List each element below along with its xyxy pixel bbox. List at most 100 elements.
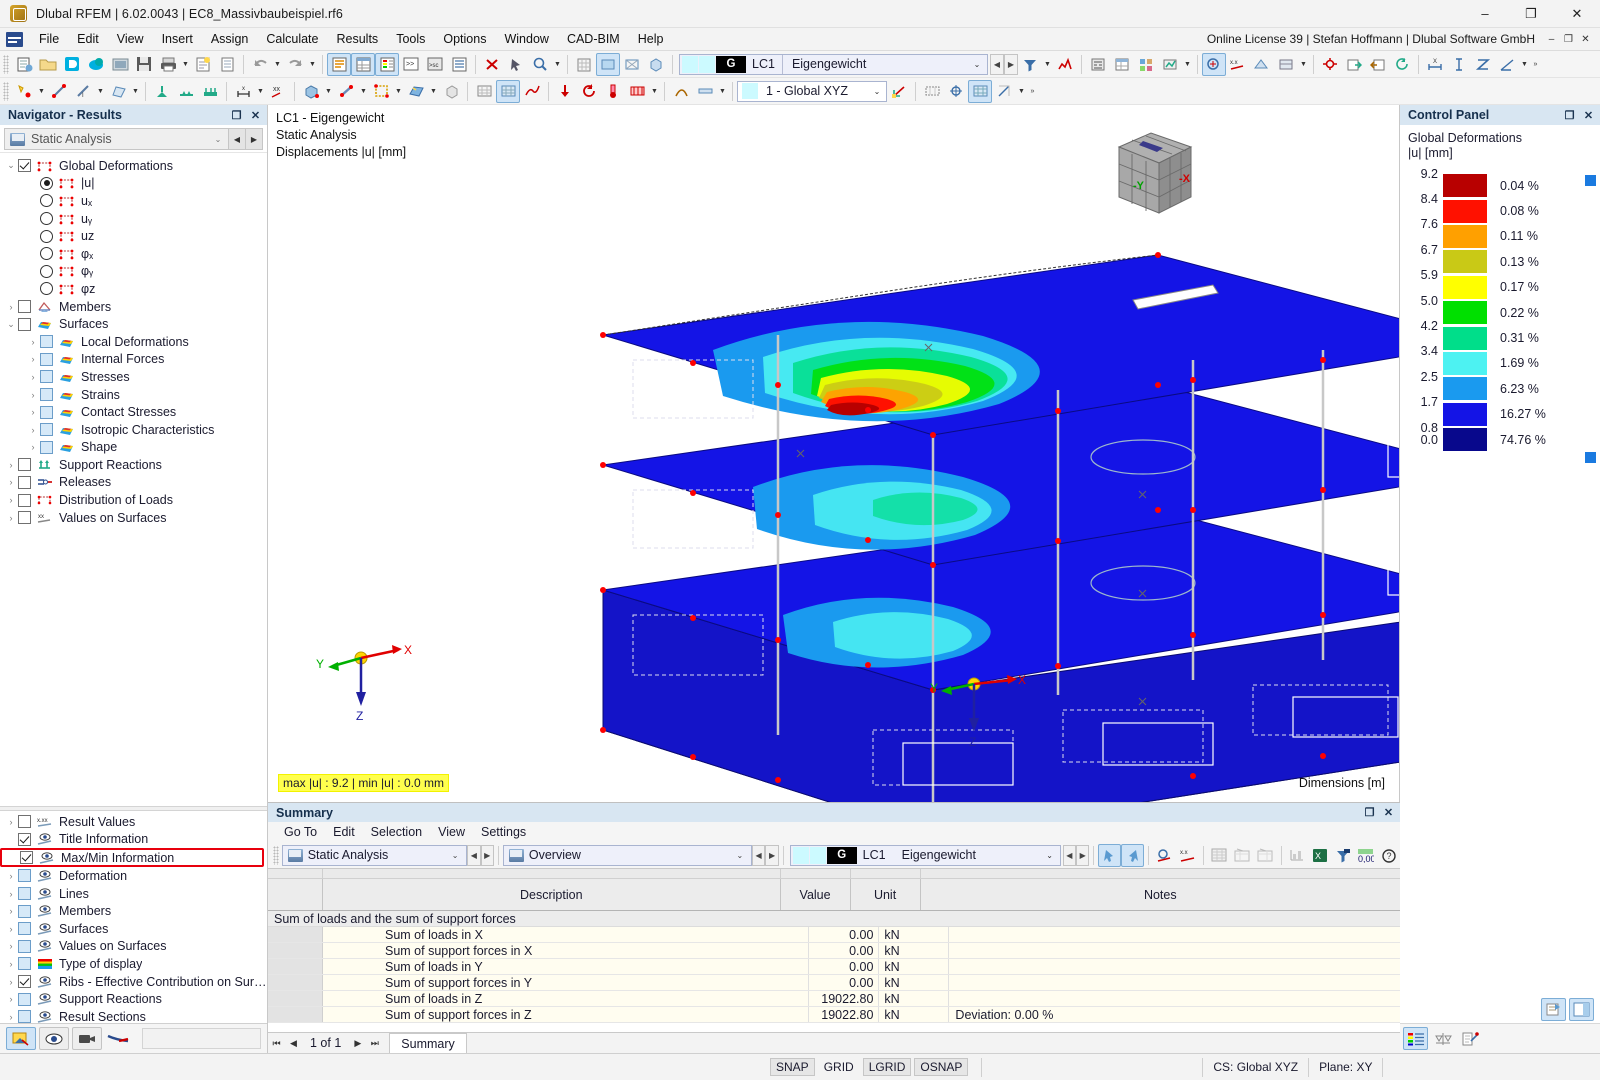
page-last-button[interactable]: ⏭ [366,1034,383,1052]
display-tree-item-surfaces[interactable]: › Surfaces [0,920,267,938]
menu-item-results[interactable]: Results [328,30,388,48]
toolbar-overflow-icon[interactable]: » [1530,53,1541,76]
display-tree-item-values-on-surfaces[interactable]: › Values on Surfaces [0,938,267,956]
tab-summary[interactable]: Summary [389,1032,467,1054]
tree-expander-icon[interactable]: › [26,337,40,347]
coordinate-system-selector[interactable]: 1 - Global XYZ ⌄ [737,80,887,102]
navigator-analysis-prev-button[interactable]: ◀ [228,129,245,149]
scale-icon[interactable] [1430,1027,1455,1050]
tree-checkbox[interactable] [18,975,31,989]
toolbar2-overflow-icon[interactable]: » [1027,80,1038,103]
display-results-icon[interactable] [1201,52,1226,76]
legend-color-swatch[interactable] [1442,325,1488,351]
table-row[interactable]: Sum of loads in Y 0.00 kN [268,959,1400,975]
legend-color-swatch[interactable] [1442,427,1488,453]
tree-item-[interactable]: φᴢ [0,280,267,298]
table-remove-row-icon[interactable] [1254,844,1277,867]
list-panel-icon[interactable] [447,53,471,76]
tree-checkbox[interactable] [18,300,31,314]
table-row[interactable]: Sum of support forces in X 0.00 kN [268,943,1400,959]
menu-item-view[interactable]: View [108,30,153,48]
snap-toggle[interactable]: SNAP [770,1058,815,1076]
line-dropdown-caret-icon[interactable]: ▼ [95,80,106,103]
chart-icon[interactable] [1286,844,1309,867]
print-icon[interactable] [1541,997,1566,1021]
summary-analysis-chevron-down-icon[interactable]: ⌄ [444,851,466,860]
tree-checkbox[interactable] [18,493,31,507]
render-mode-icon[interactable] [6,1027,36,1050]
cloud-icon[interactable] [84,53,108,76]
select-in-graphic-icon[interactable] [1098,843,1122,867]
display-tree-item-result-values[interactable]: › x.xx Result Values [0,813,267,831]
navigator-analysis-next-button[interactable]: ▶ [245,129,262,149]
tree-checkbox[interactable] [18,957,31,971]
legend-color-swatch[interactable] [1442,401,1488,427]
page-prev-button[interactable]: ◀ [285,1034,302,1052]
menu-item-calculate[interactable]: Calculate [257,30,327,48]
table-row[interactable]: Sum of loads in Z 19022.80 kN [268,991,1400,1007]
grid-toggle[interactable]: GRID [818,1058,860,1076]
tree-checkbox[interactable] [18,887,31,901]
tree-radio[interactable] [40,282,53,296]
tree-item-values-on-surfaces[interactable]: › xx Values on Surfaces [0,509,267,527]
result-values-icon[interactable]: x.x [1226,53,1250,76]
plate-dropdown-caret-icon[interactable]: ▼ [428,80,439,103]
table-column-resize-bar[interactable] [268,869,1400,879]
legend-color-swatch[interactable] [1442,173,1488,199]
grid-dropdown-caret-icon[interactable]: ▼ [1016,80,1027,103]
legend-color-swatch[interactable] [1442,223,1488,249]
model-viewport[interactable]: LC1 - Eigengewicht Static Analysis Displ… [268,105,1400,802]
load-case-prev-button[interactable]: ◀ [989,53,1004,75]
navigator-close-button[interactable]: ✕ [248,108,263,123]
summary-menu-selection[interactable]: Selection [363,824,430,840]
panel-icon[interactable] [1569,997,1594,1021]
menu-item-file[interactable]: File [30,30,68,48]
menu-item-edit[interactable]: Edit [68,30,108,48]
visibility-icon[interactable] [39,1027,69,1050]
load-area-icon[interactable] [625,80,649,103]
display-tree-item-support-reactions[interactable]: › Support Reactions [0,990,267,1008]
tree-expander-icon[interactable]: › [4,495,18,505]
menu-item-insert[interactable]: Insert [153,30,202,48]
tree-item-[interactable]: φₓ [0,245,267,263]
display-tree-item-deformation[interactable]: › Deformation [0,867,267,885]
tree-checkbox[interactable] [18,832,31,846]
printout-report-icon[interactable] [191,53,215,76]
view-options-icon[interactable] [1274,53,1298,76]
tree-expander-icon[interactable]: › [4,906,18,916]
design-icon[interactable] [1158,53,1182,76]
new-surface-support-icon[interactable] [198,80,222,103]
grid-snap-icon[interactable] [572,53,596,76]
tree-expander-icon[interactable]: › [26,407,40,417]
tree-radio[interactable] [40,212,53,226]
new-member-icon[interactable] [334,80,358,103]
tree-item-releases[interactable]: › Releases [0,474,267,492]
legend-icon[interactable] [1403,1027,1428,1050]
sections-icon[interactable] [1250,53,1274,76]
lgrid-icon[interactable] [992,80,1016,103]
color-legend[interactable]: 9.2 0.04 % 8.4 0.08 % 7.6 0.11 % 6.7 0.13 % 5.9 0… [1400,165,1600,995]
tree-checkbox[interactable] [40,388,53,402]
summary-view-chevron-down-icon[interactable]: ⌄ [729,851,751,860]
new-line-icon[interactable] [47,80,71,103]
tree-expander-icon[interactable]: › [4,977,18,987]
summary-menu-edit[interactable]: Edit [325,824,363,840]
cs-chevron-down-icon[interactable]: ⌄ [868,87,886,96]
fe-mesh-icon[interactable] [496,79,520,103]
load-dropdown-caret-icon[interactable]: ▼ [649,80,660,103]
table-add-row-icon[interactable] [1231,844,1254,867]
menu-item-cadbim[interactable]: CAD-BIM [558,30,629,48]
tree-radio[interactable] [40,264,53,278]
tree-expander-icon[interactable]: › [4,959,18,969]
surface-dropdown-caret-icon[interactable]: ▼ [130,80,141,103]
tree-item-u[interactable]: uᴢ [0,227,267,245]
tree-checkbox[interactable] [18,922,31,936]
legend-color-swatch[interactable] [1442,350,1488,376]
tree-expander-icon[interactable]: › [4,871,18,881]
toolbar-grip[interactable] [3,54,9,74]
dimension-x-icon[interactable]: X [1423,53,1447,76]
help-icon[interactable]: ? [1377,844,1400,867]
page-first-button[interactable]: ⏮ [268,1034,285,1052]
result-diagram-icon[interactable] [1053,53,1077,76]
summary-view-selector[interactable]: Overview ⌄ [502,844,752,866]
